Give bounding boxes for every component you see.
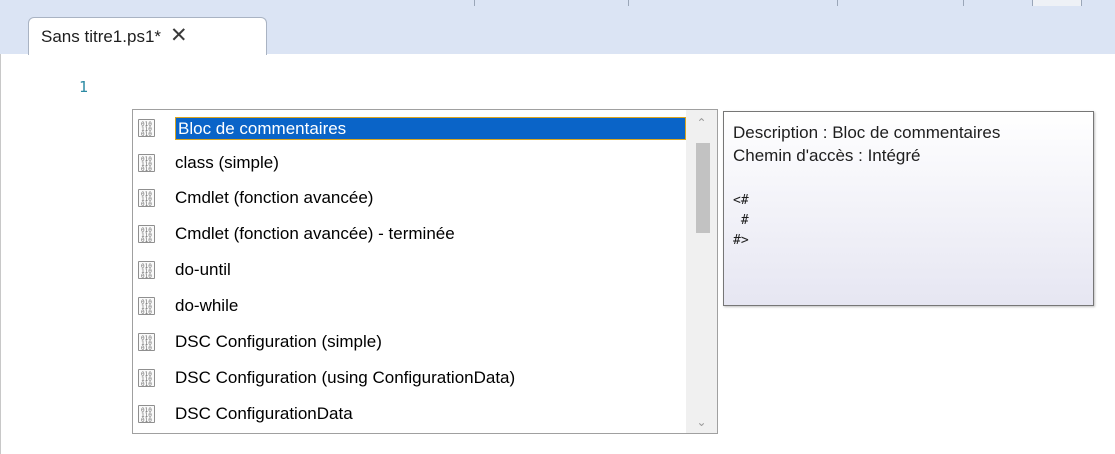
toolbar-separator xyxy=(963,0,964,6)
snippet-icon: 010 110 010 xyxy=(138,333,155,352)
tooltip-description: Description : Bloc de commentaires xyxy=(733,123,1001,142)
list-item[interactable]: 010 110 010 do-until xyxy=(133,253,688,287)
snippet-tooltip: Description : Bloc de commentaires Chemi… xyxy=(723,111,1094,306)
line-number: 1 xyxy=(79,78,89,96)
chevron-up-icon[interactable]: ⌃ xyxy=(686,112,717,134)
list-item[interactable]: 010 110 010 DSC Configuration (simple) xyxy=(133,325,688,359)
tooltip-code: <# # #> xyxy=(733,191,1093,251)
list-item-label: DSC Configuration (simple) xyxy=(175,332,382,351)
snippet-icon: 010 110 010 xyxy=(138,119,155,138)
list-item[interactable]: 010 110 010 Cmdlet (fonction avancée) - … xyxy=(133,217,688,251)
code-line: <# xyxy=(733,193,749,208)
snippet-icon: 010 110 010 xyxy=(138,154,155,173)
snippet-icon: 010 110 010 xyxy=(138,369,155,388)
list-item-label: DSC Configuration (using ConfigurationDa… xyxy=(175,368,516,387)
tab-sans-titre1[interactable]: Sans titre1.ps1* ✕ xyxy=(28,17,267,55)
toolbar-corner-control[interactable] xyxy=(1032,0,1082,6)
list-item[interactable]: 010 110 010 class (simple) xyxy=(133,146,688,180)
close-icon[interactable]: ✕ xyxy=(170,25,188,46)
tooltip-path: Chemin d'accès : Intégré xyxy=(733,146,921,165)
list-item[interactable]: 010 110 010 Cmdlet (fonction avancée) xyxy=(133,181,688,215)
list-scrollbar[interactable]: ⌃ ⌄ xyxy=(686,110,717,433)
toolbar-separator xyxy=(628,0,629,6)
list-item-label: do-until xyxy=(175,260,231,279)
list-item[interactable]: 010 110 010 DSC ConfigurationData xyxy=(133,397,688,431)
scroll-thumb[interactable] xyxy=(696,143,710,233)
chevron-down-icon[interactable]: ⌄ xyxy=(686,411,717,433)
snippet-icon: 010 110 010 xyxy=(138,261,155,280)
list-item-label: class (simple) xyxy=(175,153,279,172)
list-item-label: Cmdlet (fonction avancée) - terminée xyxy=(175,224,455,243)
list-item[interactable]: 010 110 010 Bloc de commentaires xyxy=(133,111,688,145)
list-item-label: Cmdlet (fonction avancée) xyxy=(175,188,374,207)
intellisense-list[interactable]: 010 110 010 Bloc de commentaires 010 110… xyxy=(132,109,718,434)
editor-left-border xyxy=(0,54,1,454)
list-item[interactable]: 010 110 010 do-while xyxy=(133,289,688,323)
code-line: #> xyxy=(733,233,749,248)
snippet-icon: 010 110 010 xyxy=(138,225,155,244)
code-line: # xyxy=(733,213,749,228)
list-item-label: Bloc de commentaires xyxy=(175,117,686,140)
list-item[interactable]: 010 110 010 DSC Configuration (using Con… xyxy=(133,361,688,395)
snippet-icon: 010 110 010 xyxy=(138,297,155,316)
list-item-label: do-while xyxy=(175,296,239,315)
snippet-icon: 010 110 010 xyxy=(138,189,155,208)
tab-title: Sans titre1.ps1* xyxy=(41,26,162,46)
toolbar-separator xyxy=(837,0,838,6)
list-item-label: DSC ConfigurationData xyxy=(175,404,353,423)
toolbar-separator xyxy=(474,0,475,6)
snippet-icon: 010 110 010 xyxy=(138,405,155,424)
